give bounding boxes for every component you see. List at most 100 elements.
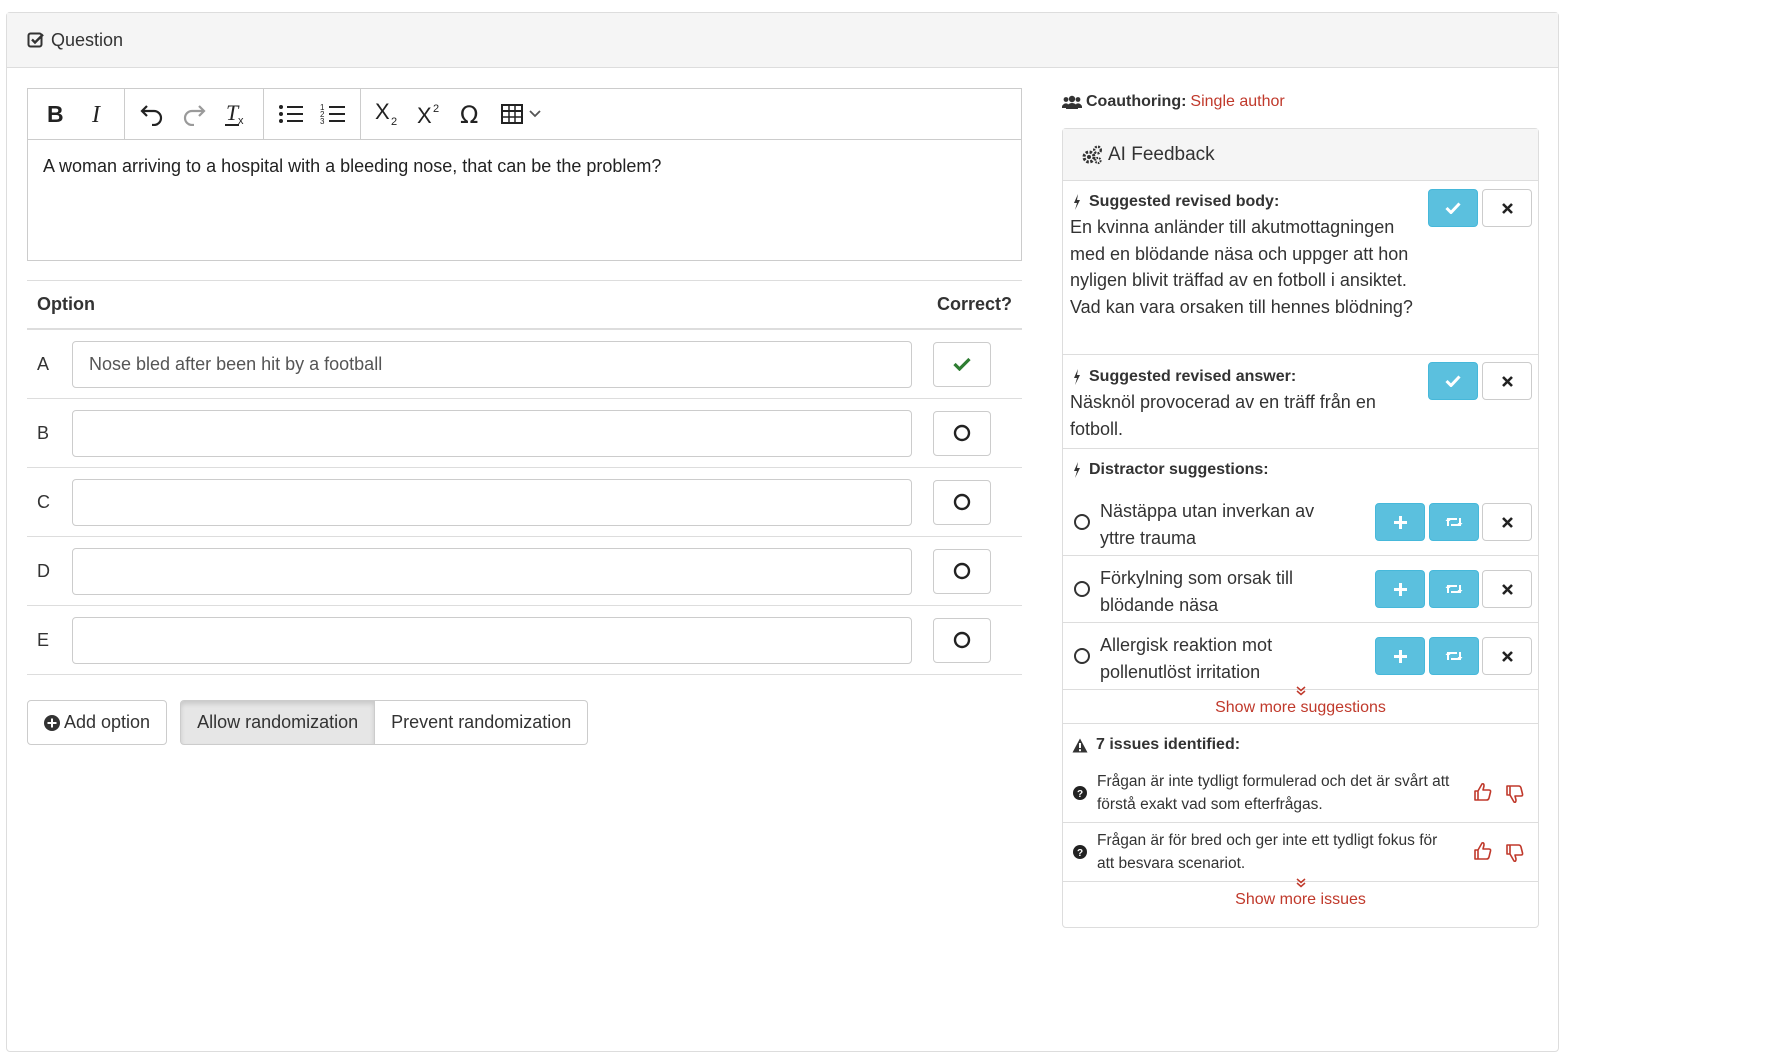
reject-answer-button[interactable] — [1482, 362, 1532, 400]
mark-correct-button[interactable] — [933, 479, 991, 525]
allow-randomization-button[interactable]: Allow randomization — [180, 700, 376, 745]
replace-distractor-button[interactable] — [1429, 570, 1479, 608]
chevron-down-icon — [528, 110, 541, 118]
mark-correct-button[interactable] — [933, 548, 991, 594]
panel-title: Question — [51, 29, 124, 50]
bullet-list-button[interactable] — [270, 94, 312, 134]
option-input[interactable] — [72, 547, 912, 595]
retweet-icon — [1445, 585, 1463, 593]
circle-icon — [953, 562, 971, 580]
option-row: C — [27, 468, 1022, 537]
options-table: Option Correct? A B C D E — [27, 280, 1022, 675]
special-character-button[interactable]: Ω — [451, 94, 493, 134]
option-row: A — [27, 330, 1022, 399]
suggested-answer-title: Suggested revised answer: — [1089, 368, 1297, 385]
svg-text:I: I — [91, 103, 101, 125]
question-circle-icon: ? — [1073, 786, 1087, 800]
thumbs-down-icon[interactable] — [1505, 843, 1525, 863]
numbered-list-button[interactable]: 123 — [312, 94, 354, 134]
mark-correct-button[interactable] — [933, 341, 991, 387]
retweet-icon — [1445, 518, 1463, 526]
thumbs-up-icon[interactable] — [1473, 841, 1493, 861]
coauthoring-value[interactable]: Single author — [1190, 93, 1284, 111]
replace-distractor-button[interactable] — [1429, 637, 1479, 675]
circle-icon — [953, 424, 971, 442]
issue-text: Frågan är inte tydligt formulerad och de… — [1097, 773, 1450, 813]
distractor-text: Förkylning som orsak till blödande näsa — [1100, 568, 1294, 615]
superscript-icon: X2 — [417, 103, 439, 126]
superscript-button[interactable]: X2 — [409, 94, 451, 134]
issues-header: 7 issues identified: — [1063, 724, 1538, 764]
distractor-text: Allergisk reaktion mot pollenutlöst irri… — [1100, 635, 1273, 682]
italic-button[interactable]: I — [76, 94, 118, 134]
warning-icon — [1072, 738, 1088, 752]
options-table-header: Option Correct? — [27, 280, 1022, 330]
omega-icon: Ω — [460, 102, 478, 126]
distractor-item: Allergisk reaktion mot pollenutlöst irri… — [1063, 623, 1538, 690]
close-icon — [1501, 516, 1513, 528]
svg-text:?: ? — [1077, 848, 1083, 859]
add-distractor-button[interactable] — [1375, 503, 1425, 541]
redo-icon — [183, 105, 206, 126]
close-icon — [1501, 202, 1513, 214]
bold-button[interactable]: B — [34, 94, 76, 134]
table-icon — [500, 104, 523, 124]
coauthoring-label: Coauthoring: — [1086, 93, 1187, 110]
check-icon — [1445, 202, 1461, 214]
thumbs-down-icon[interactable] — [1505, 784, 1525, 804]
dismiss-distractor-button[interactable] — [1482, 570, 1532, 608]
replace-distractor-button[interactable] — [1429, 503, 1479, 541]
subscript-icon: X2 — [375, 102, 397, 126]
show-more-suggestions[interactable]: Show more suggestions — [1063, 686, 1538, 724]
plus-icon — [1393, 582, 1407, 596]
option-column-header: Option — [37, 294, 95, 314]
accept-body-button[interactable] — [1428, 189, 1478, 227]
undo-button[interactable] — [131, 94, 173, 134]
reject-body-button[interactable] — [1482, 189, 1532, 227]
add-distractor-button[interactable] — [1375, 570, 1425, 608]
issues-title: 7 issues identified: — [1096, 736, 1241, 753]
undo-icon — [140, 105, 163, 126]
option-row: D — [27, 537, 1022, 606]
ai-feedback-heading: AI Feedback — [1063, 129, 1538, 181]
bolt-icon — [1074, 369, 1080, 385]
dismiss-distractor-button[interactable] — [1482, 503, 1532, 541]
option-row: B — [27, 399, 1022, 468]
italic-icon: I — [91, 103, 101, 125]
option-input[interactable] — [72, 340, 912, 388]
mark-correct-button[interactable] — [933, 410, 991, 456]
option-input[interactable] — [72, 616, 912, 664]
subscript-button[interactable]: X2 — [367, 94, 409, 134]
issue-text: Frågan är för bred och ger inte ett tydl… — [1097, 832, 1438, 872]
bolt-icon — [1074, 194, 1080, 210]
bold-icon: B — [47, 103, 64, 125]
distractor-section-header: Distractor suggestions: — [1063, 449, 1538, 489]
option-input[interactable] — [72, 478, 912, 526]
table-button[interactable] — [493, 94, 549, 134]
circle-icon — [1074, 581, 1090, 597]
plus-circle-icon — [44, 714, 60, 731]
mark-correct-button[interactable] — [933, 617, 991, 663]
show-more-issues[interactable]: Show more issues — [1063, 878, 1538, 916]
option-letter: B — [37, 422, 50, 443]
checkbox-checked-icon — [27, 32, 44, 48]
redo-button[interactable] — [173, 94, 215, 134]
clear-formatting-button[interactable]: Tx — [215, 94, 257, 134]
suggested-answer-section: Suggested revised answer: Näsknöl provoc… — [1063, 355, 1538, 449]
thumbs-up-icon[interactable] — [1473, 782, 1493, 802]
svg-text:Ω: Ω — [460, 102, 478, 126]
double-chevron-down-icon — [1296, 878, 1305, 888]
add-distractor-button[interactable] — [1375, 637, 1425, 675]
issue-item: ? Frågan är inte tydligt formulerad och d… — [1063, 764, 1538, 823]
prevent-randomization-button[interactable]: Prevent randomization — [375, 700, 589, 745]
add-option-button[interactable]: Add option — [27, 700, 168, 745]
svg-text:X: X — [417, 103, 432, 126]
option-input[interactable] — [72, 409, 912, 457]
svg-text:3: 3 — [320, 117, 325, 126]
accept-answer-button[interactable] — [1428, 362, 1478, 400]
question-editor: B I Tx 1 2 3 X 2 X 2 Ω A woman arriving … — [27, 88, 1022, 261]
dismiss-distractor-button[interactable] — [1482, 637, 1532, 675]
editor-content[interactable]: A woman arriving to a hospital with a bl… — [28, 140, 1021, 193]
users-icon — [1062, 95, 1082, 109]
distractor-item: Förkylning som orsak till blödande näsa — [1063, 556, 1538, 623]
